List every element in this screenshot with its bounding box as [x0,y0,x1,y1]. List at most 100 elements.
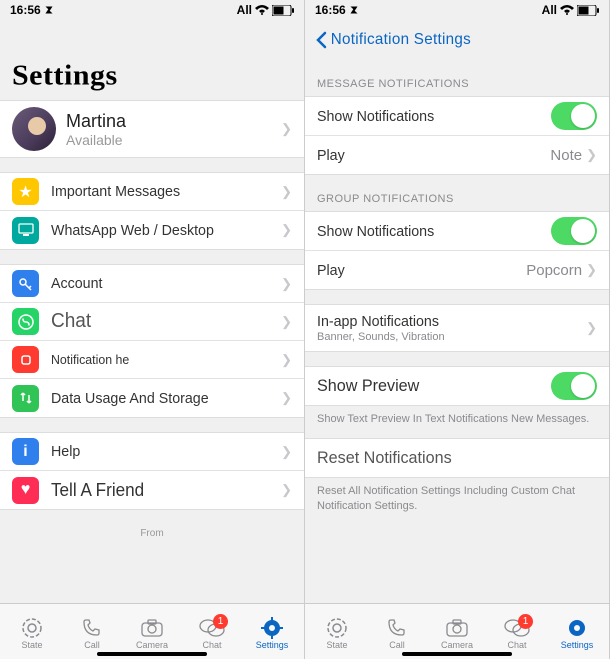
tab-chat[interactable]: 1 Chat [182,616,242,650]
chevron-right-icon: ❯ [281,314,292,330]
status-bar: 16:56 All [305,0,609,20]
status-network: All [542,3,557,17]
chat-badge: 1 [518,614,533,629]
battery-icon [272,5,294,16]
row-label: WhatsApp Web / Desktop [51,222,270,239]
row-label: Show Notifications [317,108,539,125]
row-show-group-notif[interactable]: Show Notifications [305,212,609,251]
settings-screen: 16:56 All Settings Martina Available ❯ ★ [0,0,305,659]
status-time: 16:56 [315,3,346,17]
avatar [12,107,56,151]
row-label: Show Notifications [317,223,539,240]
preview-description: Show Text Preview In Text Notifications … [305,406,609,438]
tab-label: State [326,640,347,650]
status-circle-icon [21,616,43,640]
tab-label: State [21,640,42,650]
row-label: Chat [51,310,270,333]
reset-description: Reset All Notification Settings Includin… [305,478,609,525]
tab-label: Call [84,640,100,650]
tab-state[interactable]: State [2,616,62,650]
tab-call[interactable]: Call [62,616,122,650]
camera-icon [445,616,469,640]
row-label: Account [51,275,270,292]
arrows-icon [12,385,39,412]
tab-state[interactable]: State [307,616,367,650]
tab-call[interactable]: Call [367,616,427,650]
nav-title: Notification Settings [331,31,471,49]
row-sublabel: Banner, Sounds, Vibration [317,331,586,343]
info-icon: i [12,438,39,465]
row-message-sound[interactable]: Play Note ❯ [305,136,609,174]
chevron-right-icon: ❯ [586,320,597,336]
section-header-message: MESSAGE NOTIFICATIONS [305,60,609,96]
desktop-icon [12,217,39,244]
toggle-on[interactable] [551,372,597,400]
row-inapp-notif[interactable]: In-app Notifications Banner, Sounds, Vib… [305,305,609,351]
notif-content: MESSAGE NOTIFICATIONS Show Notifications… [305,60,609,603]
toggle-on[interactable] [551,217,597,245]
gear-icon [261,616,283,640]
status-time: 16:56 [10,3,41,17]
profile-row[interactable]: Martina Available ❯ [0,101,304,157]
tab-bar: State Call Camera 1 Chat Settings [0,603,304,659]
status-circle-icon [326,616,348,640]
settings-content: Settings Martina Available ❯ ★ Important… [0,20,304,603]
chevron-right-icon: ❯ [281,222,292,238]
home-indicator[interactable] [402,652,512,656]
row-show-message-notif[interactable]: Show Notifications [305,97,609,136]
row-label: Notification he [51,352,270,367]
row-reset-notif[interactable]: Reset Notifications [305,439,609,477]
chevron-right-icon: ❯ [281,390,292,406]
toggle-on[interactable] [551,102,597,130]
row-data-usage[interactable]: Data Usage And Storage ❯ [0,379,304,417]
tab-camera[interactable]: Camera [427,616,487,650]
wifi-icon [255,5,269,15]
row-group-sound[interactable]: Play Popcorn ❯ [305,251,609,289]
section-header-group: GROUP NOTIFICATIONS [305,175,609,211]
status-network: All [237,3,252,17]
tab-label: Camera [136,640,168,650]
row-label: Reset Notifications [317,448,583,468]
tab-settings[interactable]: Settings [547,616,607,650]
row-tell-friend[interactable]: ♥ Tell A Friend ❯ [0,471,304,509]
row-label: Data Usage And Storage [51,390,270,407]
phone-icon [386,616,408,640]
whatsapp-icon [12,308,39,335]
row-label: Play [317,147,539,164]
key-icon [12,270,39,297]
nav-bar: Notification Settings [305,20,609,60]
row-help[interactable]: i Help ❯ [0,433,304,471]
row-important-messages[interactable]: ★ Important Messages ❯ [0,173,304,211]
star-icon: ★ [12,178,39,205]
chevron-right-icon: ❯ [586,262,597,278]
row-label: Tell A Friend [51,480,270,501]
tab-bar: State Call Camera 1 Chat Settings [305,603,609,659]
row-label: Important Messages [51,183,270,200]
location-icon [44,5,54,15]
row-label: Help [51,443,270,460]
row-value: Popcorn [526,262,582,279]
row-whatsapp-web[interactable]: WhatsApp Web / Desktop ❯ [0,211,304,249]
footer-note: From [0,524,304,547]
tab-camera[interactable]: Camera [122,616,182,650]
row-account[interactable]: Account ❯ [0,265,304,303]
back-button[interactable]: Notification Settings [315,31,475,49]
row-label: In-app Notifications [317,313,573,330]
wifi-icon [560,5,574,15]
row-label: Show Preview [317,376,539,396]
profile-name: Martina [66,111,281,132]
tab-chat[interactable]: 1 Chat [487,616,547,650]
tab-label: Call [389,640,405,650]
row-notifications[interactable]: Notification he ❯ [0,341,304,379]
notification-settings-screen: 16:56 All Notification Settings MESSAGE … [305,0,610,659]
chevron-left-icon [315,31,327,49]
chevron-right-icon: ❯ [281,276,292,292]
row-chat[interactable]: Chat ❯ [0,303,304,341]
chevron-right-icon: ❯ [281,121,292,137]
tab-settings[interactable]: Settings [242,616,302,650]
row-show-preview[interactable]: Show Preview [305,367,609,405]
home-indicator[interactable] [97,652,207,656]
chevron-right-icon: ❯ [586,147,597,163]
tab-label: Settings [256,640,289,650]
profile-status: Available [66,132,281,148]
